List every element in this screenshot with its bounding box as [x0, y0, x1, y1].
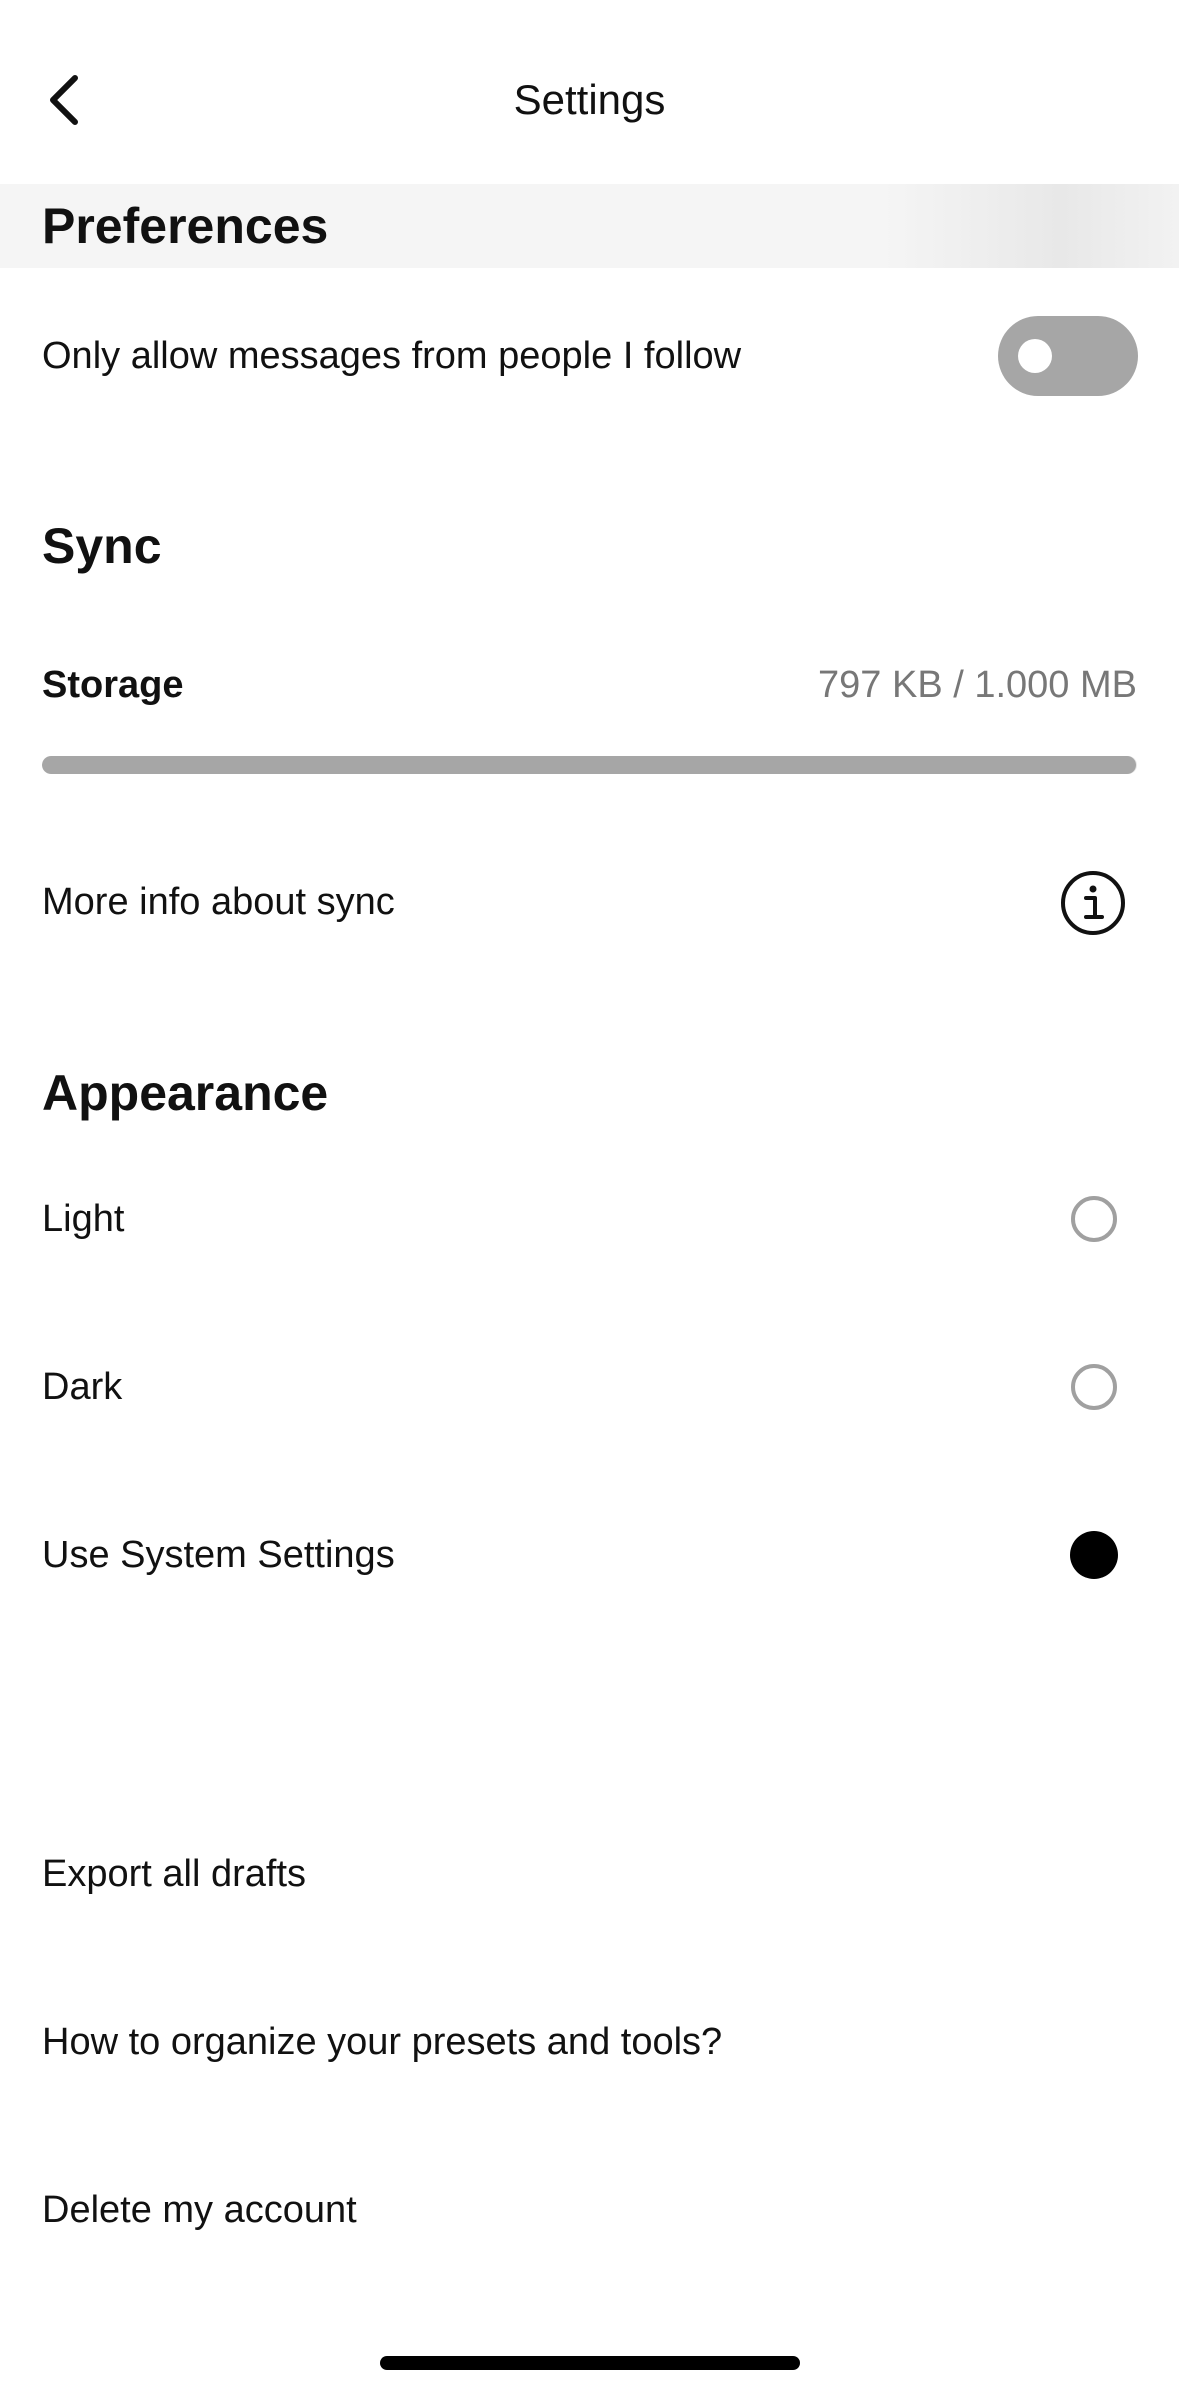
- storage-label: Storage: [42, 664, 184, 706]
- preferences-section-title: Preferences: [42, 198, 329, 254]
- appearance-option-dark-label[interactable]: Dark: [42, 1362, 122, 1412]
- storage-value: 797 KB / 1.000 MB: [818, 664, 1137, 706]
- export-drafts-link[interactable]: Export all drafts: [42, 1849, 306, 1899]
- storage-progress-fill: [42, 756, 1136, 774]
- delete-account-link[interactable]: Delete my account: [42, 2185, 357, 2235]
- toggle-knob: [1018, 339, 1052, 373]
- appearance-option-system-radio[interactable]: [1070, 1531, 1118, 1579]
- storage-progress-bar: [42, 756, 1137, 774]
- home-indicator: [380, 2356, 800, 2370]
- appearance-option-system-label[interactable]: Use System Settings: [42, 1530, 395, 1580]
- page-title: Settings: [513, 76, 666, 123]
- only-follow-toggle[interactable]: [998, 316, 1138, 396]
- organize-presets-link[interactable]: How to organize your presets and tools?: [42, 2017, 722, 2067]
- appearance-section-title: Appearance: [42, 1065, 329, 1121]
- sync-section-title: Sync: [42, 518, 162, 574]
- more-info-sync-label[interactable]: More info about sync: [42, 877, 395, 927]
- appearance-option-light-radio[interactable]: [1070, 1195, 1118, 1243]
- info-circle-icon[interactable]: [1058, 868, 1128, 938]
- only-follow-label: Only allow messages from people I follow: [42, 335, 742, 377]
- appearance-option-light-label[interactable]: Light: [42, 1194, 124, 1244]
- appearance-option-dark-radio[interactable]: [1070, 1363, 1118, 1411]
